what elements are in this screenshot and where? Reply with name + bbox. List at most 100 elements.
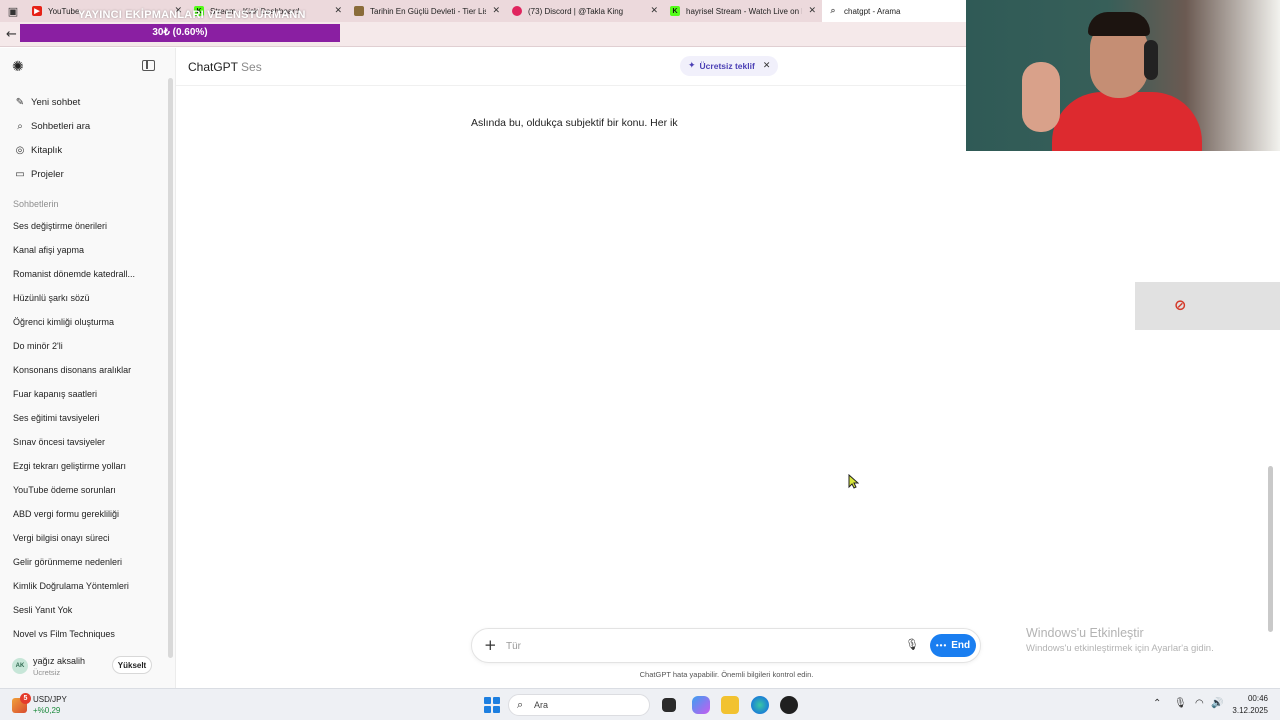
search-icon: ⌕ bbox=[830, 6, 836, 16]
microphone-icon[interactable]: 🎙 bbox=[905, 638, 919, 651]
composer: + 🎙 ••• End bbox=[471, 628, 981, 663]
notification-badge: 5 bbox=[20, 693, 31, 704]
clock-date[interactable]: 3.12.2025 bbox=[1222, 706, 1268, 715]
end-voice-button[interactable]: ••• End bbox=[930, 634, 976, 657]
sidebar-item-label: Projeler bbox=[31, 168, 64, 180]
chat-history-item[interactable]: YouTube ödeme sorunları bbox=[13, 485, 153, 495]
end-label: End bbox=[951, 640, 971, 651]
voice-transcript: Aslında bu, oldukça subjektif bir konu. … bbox=[471, 117, 678, 129]
message-input[interactable] bbox=[506, 638, 886, 654]
discord-icon bbox=[512, 6, 522, 16]
chat-history-item[interactable]: Sesli Yanıt Yok bbox=[13, 605, 153, 615]
offer-label: Ücretsiz teklif bbox=[699, 61, 755, 71]
chat-history-item[interactable]: Vergi bilgisi onayı süreci bbox=[13, 533, 153, 543]
folder-icon: ▭ bbox=[15, 168, 25, 180]
sidebar-item-search-chats[interactable]: ⌕ Sohbetleri ara bbox=[14, 118, 90, 134]
dots-icon: ••• bbox=[935, 641, 948, 650]
upgrade-button[interactable]: Yükselt bbox=[112, 656, 152, 674]
chat-history-item[interactable]: Ses eğitimi tavsiyeleri bbox=[13, 413, 153, 423]
video-tile bbox=[1135, 282, 1280, 330]
user-name: yağız aksalih bbox=[33, 656, 86, 666]
file-explorer-icon[interactable] bbox=[721, 696, 739, 714]
search-icon: ⌕ bbox=[517, 698, 524, 711]
free-offer-badge[interactable]: ✦ Ücretsiz teklif ✕ bbox=[680, 56, 779, 76]
openai-logo-icon[interactable]: ✺ bbox=[12, 59, 28, 75]
user-account-row[interactable]: AK yağız aksalih Ücretsiz Yükselt bbox=[0, 648, 168, 684]
chat-history-item[interactable]: Kimlik Doğrulama Yöntemleri bbox=[13, 581, 153, 591]
close-icon[interactable]: ✕ bbox=[334, 6, 342, 16]
close-icon[interactable]: ✕ bbox=[808, 6, 816, 16]
search-icon: ⌕ bbox=[17, 120, 23, 132]
stream-overlay-title: YAYINCI EKİPMANLARI VE ENSTÜRMANN bbox=[78, 9, 306, 21]
wifi-icon[interactable]: ◠ bbox=[1195, 698, 1204, 709]
chat-history-item[interactable]: Fuar kapanış saatleri bbox=[13, 389, 153, 399]
sidebar-item-label: Kitaplık bbox=[31, 144, 63, 156]
chat-history-item[interactable]: ABD vergi formu gerekliliği bbox=[13, 509, 153, 519]
model-selector[interactable]: ChatGPT Ses bbox=[188, 60, 262, 74]
chat-history-item[interactable]: Hüzünlü şarkı sözü bbox=[13, 293, 153, 303]
sidebar-scrollbar[interactable] bbox=[168, 78, 173, 658]
tab-actions-icon[interactable]: ▣ bbox=[0, 0, 26, 22]
chat-history-item[interactable]: Ezgi tekrarı geliştirme yolları bbox=[13, 461, 153, 471]
youtube-icon: ▶ bbox=[32, 6, 42, 16]
chat-history-item[interactable]: Gelir görünmeme nedenleri bbox=[13, 557, 153, 567]
taskbar-search[interactable]: ⌕ Ara bbox=[508, 694, 650, 716]
brand-name: ChatGPT bbox=[188, 60, 239, 74]
task-view-icon[interactable] bbox=[662, 698, 676, 712]
tab-title: (73) Discord | @Takla King bbox=[528, 6, 624, 16]
tab-kick-stream[interactable]: K hayrisel Stream - Watch Live on Kick ✕ bbox=[664, 0, 822, 22]
sidebar-item-label: Yeni sohbet bbox=[31, 96, 81, 108]
sidebar-item-library[interactable]: ◎ Kitaplık bbox=[14, 142, 63, 158]
search-placeholder: Ara bbox=[534, 700, 549, 710]
tab-title: Tarihin En Güçlü Devleti - Tier List bbox=[370, 6, 487, 16]
sidebar-toggle-icon[interactable] bbox=[142, 60, 155, 71]
chat-history-item[interactable]: Konsonans disonans aralıklar bbox=[13, 365, 153, 375]
sidebar-item-projects[interactable]: ▭ Projeler bbox=[14, 166, 64, 182]
close-icon[interactable]: ✕ bbox=[763, 61, 771, 71]
tierlist-icon bbox=[354, 6, 364, 16]
tab-chatgpt-search[interactable]: ⌕ chatgpt - Arama bbox=[822, 0, 966, 22]
chat-history-item[interactable]: Romanist dönemde katedrall... bbox=[13, 269, 153, 279]
app-logo-icon: ⊘ bbox=[1174, 296, 1187, 314]
page-scrollbar[interactable] bbox=[1268, 466, 1273, 632]
close-icon[interactable]: ✕ bbox=[650, 6, 658, 16]
tab-discord[interactable]: (73) Discord | @Takla King ✕ bbox=[506, 0, 664, 22]
screen: ▣ ▶ YouTube ✕ K Stream - Kick Dashboard … bbox=[0, 0, 1280, 720]
microphone-icon[interactable]: 🎙 bbox=[1174, 698, 1187, 709]
windows-taskbar: 5 USD/JPY +%0,29 ⌕ Ara ⌃ 🎙 ◠ 🔊 00:46 3.1… bbox=[0, 688, 1280, 720]
chat-history-item[interactable]: Sınav öncesi tavsiyeler bbox=[13, 437, 153, 447]
ticker-value: +%0,29 bbox=[33, 706, 61, 715]
chat-history-item[interactable]: Öğrenci kimliği oluşturma bbox=[13, 317, 153, 327]
main-header: ChatGPT Ses ✦ Ücretsiz teklif ✕ bbox=[176, 48, 966, 86]
brand-mode: Ses bbox=[241, 60, 262, 74]
ticker-name[interactable]: USD/JPY bbox=[33, 695, 67, 704]
clock-time[interactable]: 00:46 bbox=[1232, 694, 1268, 703]
edge-browser-icon[interactable] bbox=[751, 696, 769, 714]
chat-history-item[interactable]: Ses değiştirme önerileri bbox=[13, 221, 153, 231]
back-arrow-icon[interactable]: ← bbox=[6, 27, 17, 42]
donation-goal-bar: 30₺ (0.60%) bbox=[20, 24, 340, 42]
copilot-icon[interactable] bbox=[692, 696, 710, 714]
sidebar-item-new-chat[interactable]: ✎ Yeni sohbet bbox=[14, 94, 81, 110]
sparkle-icon: ✦ bbox=[688, 61, 696, 71]
tab-title: hayrisel Stream - Watch Live on Kick bbox=[686, 6, 802, 16]
plus-icon[interactable]: + bbox=[484, 636, 497, 654]
chat-history-item[interactable]: Do minör 2'li bbox=[13, 341, 153, 351]
chevron-up-icon[interactable]: ⌃ bbox=[1153, 698, 1161, 709]
chats-section-label: Sohbetlerin bbox=[13, 199, 59, 209]
sidebar-item-label: Sohbetleri ara bbox=[31, 120, 91, 132]
windows-activation-title: Windows'u Etkinleştir bbox=[1026, 626, 1144, 640]
webcam-feed bbox=[966, 0, 1280, 151]
avatar: AK bbox=[12, 658, 28, 674]
close-icon[interactable]: ✕ bbox=[492, 6, 500, 16]
windows-start-icon[interactable] bbox=[484, 697, 500, 713]
tab-tier-list[interactable]: Tarihin En Güçlü Devleti - Tier List ✕ bbox=[348, 0, 506, 22]
chat-history-item[interactable]: Kanal afişi yapma bbox=[13, 245, 153, 255]
webcam-hand bbox=[1022, 62, 1060, 132]
webcam-person-hair bbox=[1088, 12, 1150, 36]
chat-history-item[interactable]: Novel vs Film Techniques bbox=[13, 629, 153, 639]
goal-progress-text: 30₺ (0.60%) bbox=[152, 27, 208, 38]
headset bbox=[1144, 40, 1158, 80]
edit-icon: ✎ bbox=[15, 96, 25, 108]
app-icon[interactable] bbox=[780, 696, 798, 714]
